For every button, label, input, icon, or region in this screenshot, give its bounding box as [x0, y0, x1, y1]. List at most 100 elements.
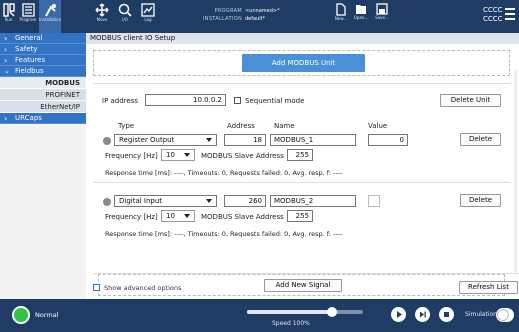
- move-tab[interactable]: Move: [94, 0, 110, 33]
- dropdown-arrow-icon: [184, 214, 190, 218]
- new-button[interactable]: New...: [333, 0, 349, 33]
- identifier-line-2: CCCC: [483, 15, 503, 23]
- new-file-icon: [336, 3, 346, 16]
- signal-address-input[interactable]: 260: [224, 195, 266, 207]
- sidebar-subitem-modbus[interactable]: MODBUS: [0, 77, 86, 89]
- run-icon: [2, 3, 15, 17]
- sidebar-item-label: General: [15, 34, 43, 42]
- hamburger-menu-icon[interactable]: [505, 8, 515, 23]
- sidebar-item-general[interactable]: › General: [0, 33, 86, 44]
- signal-type-select[interactable]: Digital Input: [114, 195, 217, 207]
- slave-address-input[interactable]: 255: [287, 149, 313, 161]
- open-label: Open...: [353, 15, 369, 20]
- program-icon: [21, 3, 35, 17]
- program-label: Program: [19, 17, 37, 22]
- save-button[interactable]: Save...: [373, 0, 391, 33]
- chevron-down-icon: ⌄: [4, 67, 10, 75]
- chevron-right-icon: ›: [4, 34, 8, 43]
- frequency-value: 10: [166, 212, 175, 220]
- run-tab[interactable]: Run: [0, 0, 17, 33]
- signal-address-input[interactable]: 18: [224, 134, 266, 146]
- delete-unit-button[interactable]: Delete Unit: [440, 94, 501, 107]
- log-tab[interactable]: Log: [140, 0, 156, 33]
- simulation-toggle-knob: [497, 309, 509, 321]
- scrollbar[interactable]: [514, 70, 517, 276]
- sidebar-item-features[interactable]: › Features: [0, 55, 86, 66]
- frequency-label: Frequency [Hz]: [105, 152, 158, 160]
- delete-signal-button[interactable]: Delete: [460, 194, 501, 207]
- io-icon: [118, 3, 132, 17]
- address-column-header: Address: [227, 122, 255, 130]
- move-icon: [95, 3, 109, 17]
- move-label: Move: [96, 17, 108, 22]
- sidebar-subitem-ethernetip[interactable]: EtherNet/IP: [0, 101, 86, 113]
- sidebar-item-urcaps[interactable]: › URCaps: [0, 113, 86, 124]
- value-column-header: Value: [368, 122, 388, 130]
- signal-type-select[interactable]: Register Output: [114, 134, 217, 146]
- frequency-select[interactable]: 10: [161, 149, 195, 161]
- program-tab[interactable]: Program: [18, 0, 38, 33]
- sidebar: › General › Safety › Features ⌄ Fieldbus MOD…: [0, 33, 86, 299]
- main-panel: MODBUS client IO Setup Add MODBUS Unit I…: [86, 33, 519, 299]
- speed-label: Speed 100%: [272, 320, 310, 327]
- installation-tab[interactable]: Installation: [39, 0, 61, 33]
- show-advanced-label: Show advanced options: [104, 284, 182, 292]
- signal-name-input[interactable]: MODBUS_2: [270, 195, 356, 207]
- play-button[interactable]: [391, 307, 406, 322]
- add-new-signal-button[interactable]: Add New Signal: [264, 279, 342, 292]
- header-bar: Run Program Installation Move I/O Log PR…: [0, 0, 519, 33]
- sidebar-item-safety[interactable]: › Safety: [0, 44, 86, 55]
- chevron-right-icon: ›: [4, 45, 8, 54]
- dropdown-arrow-icon: [206, 138, 212, 142]
- modbus-unit-panel: IP address 10.0.0.2 Sequential mode Dele…: [93, 82, 510, 310]
- log-label: Log: [144, 17, 152, 22]
- robot-status-icon[interactable]: [12, 306, 30, 324]
- dropdown-arrow-icon: [206, 199, 212, 203]
- response-stats: Response time [ms]: ----, Timeouts: 0, R…: [105, 230, 343, 238]
- open-button[interactable]: Open...: [352, 0, 370, 33]
- installation-icon: [44, 4, 56, 17]
- frequency-select[interactable]: 10: [161, 210, 195, 222]
- sidebar-item-label: Features: [15, 56, 46, 64]
- add-modbus-unit-button[interactable]: Add MODBUS Unit: [242, 54, 365, 72]
- sidebar-subitem-profinet[interactable]: PROFINET: [0, 89, 86, 101]
- robot-identifier: CCCC CCCC: [483, 6, 503, 24]
- play-icon: [397, 311, 402, 318]
- sidebar-item-label: Safety: [15, 45, 38, 53]
- dropdown-arrow-icon: [184, 153, 190, 157]
- run-label: Run: [4, 17, 13, 22]
- program-info-value: <unnamed>*: [245, 8, 280, 14]
- stop-button[interactable]: [439, 307, 454, 322]
- stop-icon: [444, 312, 449, 317]
- delete-signal-button[interactable]: Delete: [460, 133, 501, 146]
- installation-info-value: default*: [245, 16, 266, 22]
- signal-value-input[interactable]: 0: [368, 134, 408, 146]
- frequency-value: 10: [166, 151, 175, 159]
- show-advanced-checkbox[interactable]: [93, 284, 100, 291]
- signal-value-indicator: [368, 195, 380, 207]
- signal-name-input[interactable]: MODBUS_1: [270, 134, 356, 146]
- status-text: Normal: [35, 311, 59, 319]
- step-icon: [420, 311, 426, 318]
- slave-address-input[interactable]: 255: [287, 210, 313, 222]
- sidebar-item-label: Fieldbus: [15, 67, 44, 75]
- slave-address-label: MODBUS Slave Address: [201, 152, 284, 160]
- ip-address-input[interactable]: 10.0.0.2: [145, 94, 226, 106]
- log-icon: [141, 3, 155, 17]
- speed-slider-handle[interactable]: [326, 307, 337, 317]
- simulation-toggle[interactable]: [496, 308, 514, 322]
- installation-label: Installation: [39, 17, 62, 22]
- io-tab[interactable]: I/O: [117, 0, 133, 33]
- add-unit-area: Add MODBUS Unit: [93, 50, 510, 76]
- speed-slider[interactable]: [247, 307, 363, 317]
- type-column-header: Type: [118, 122, 135, 130]
- refresh-list-button[interactable]: Refresh List: [459, 281, 518, 294]
- sequential-mode-checkbox[interactable]: [234, 97, 241, 104]
- page-title: MODBUS client IO Setup: [86, 33, 519, 44]
- save-label: Save...: [375, 15, 389, 20]
- slave-address-label: MODBUS Slave Address: [201, 213, 284, 221]
- speed-slider-fill: [247, 310, 332, 314]
- step-button[interactable]: [415, 307, 430, 322]
- signal-status-led: [103, 137, 111, 145]
- sidebar-item-fieldbus[interactable]: ⌄ Fieldbus: [0, 66, 86, 77]
